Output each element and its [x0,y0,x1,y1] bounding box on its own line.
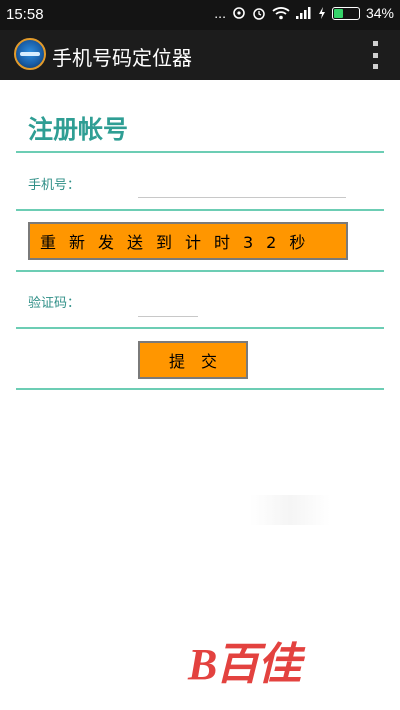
charging-icon [318,7,326,19]
app-title: 手机号码定位器 [52,46,192,70]
battery-percent: 34% [365,5,394,21]
clock: 15:58 [6,6,44,23]
faint-artifact [250,495,330,525]
divider [16,388,384,390]
alarm-icon [252,6,266,20]
divider [16,270,384,272]
app-bar: 手机号码定位器 [0,30,400,80]
battery-icon [331,6,360,20]
phone-input-underline [138,197,346,198]
submit-button[interactable]: 提交 [138,341,248,379]
watermark-logo: B百佳 [188,639,301,690]
overflow-dot [372,52,378,58]
verification-code-label: 验证码： [28,296,81,311]
divider [16,209,384,211]
overflow-dot [372,41,378,46]
status-icons: ... 34% [214,5,394,21]
page-title: 注册帐号 [28,115,129,144]
overflow-menu-button[interactable] [370,41,380,69]
app-logo-icon [14,38,46,70]
verification-code-underline [138,316,198,317]
divider [16,151,384,153]
signal-icon [295,7,312,19]
divider [16,327,384,329]
sync-icon [232,6,246,20]
notification-dots: ... [214,5,226,21]
battery-fill [333,8,343,18]
phone-input[interactable] [138,178,346,196]
wifi-icon [272,6,290,20]
verification-code-input[interactable] [138,298,198,316]
overflow-dot [372,64,378,69]
status-bar: 15:58 ... 34% [0,0,400,30]
resend-countdown-button[interactable]: 重新发送到计时32秒 [28,222,348,260]
phone-label: 手机号： [28,178,81,193]
